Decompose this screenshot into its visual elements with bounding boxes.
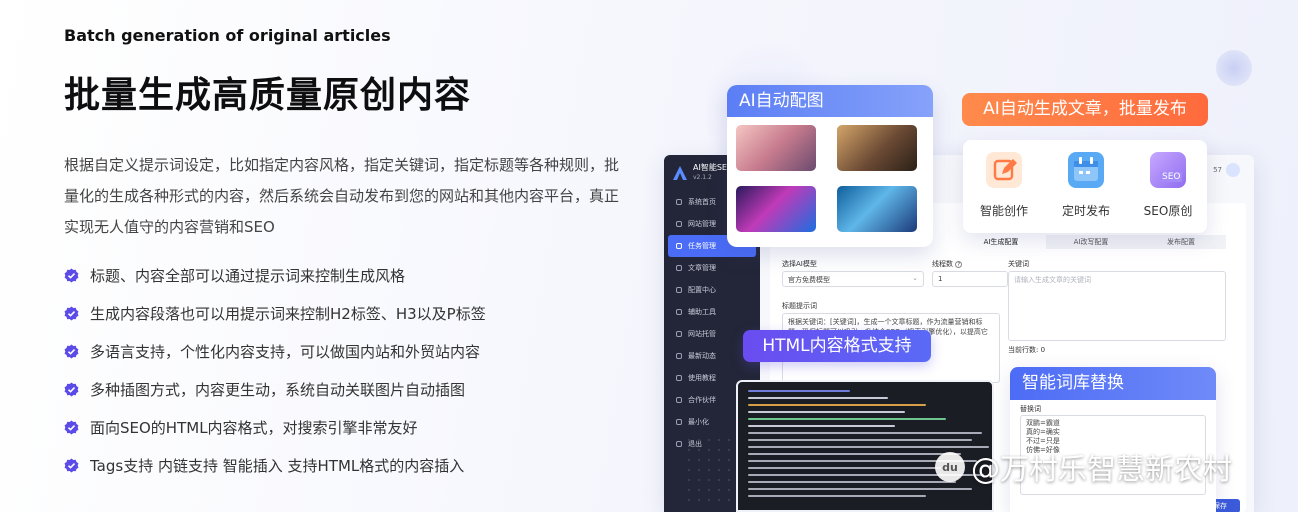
ai-image-card: AI自动配图: [727, 85, 933, 247]
tab-publish[interactable]: 发布配置: [1136, 235, 1226, 249]
tool-icon: [676, 309, 682, 315]
line-count: 当前行数: 0: [1008, 346, 1046, 354]
help-icon: ?: [955, 261, 963, 268]
check-badge-icon: [64, 381, 79, 397]
hosting-icon: [676, 331, 682, 337]
feature-list: 标题、内容全部可以通过提示词来控制生成风格 生成内容段落也可以用提示词来控制H2…: [64, 256, 486, 484]
feature-label: SEO原创: [1143, 204, 1193, 218]
feature-text: Tags支持 内链支持 智能插入 支持HTML格式的内容插入: [90, 456, 465, 475]
feature-text: 多语言支持，个性化内容支持，可以做国内站和外贸站内容: [90, 342, 481, 361]
news-icon: [676, 353, 682, 359]
seo-icon: SEO: [1150, 152, 1186, 188]
nav-item-config[interactable]: 配置中心: [664, 279, 760, 301]
check-badge-icon: [64, 419, 79, 435]
avatar[interactable]: [1226, 163, 1240, 177]
edit-icon: [986, 152, 1022, 188]
lexicon-replace-card: 智能词库替换 替换词 双鹏=霸道 真的=确实 不过=只是 仿佛=好像: [1010, 367, 1216, 512]
feature-text: 面向SEO的HTML内容格式，对搜索引擎非常友好: [90, 418, 418, 437]
baidu-logo-icon: du: [935, 452, 965, 482]
feature-text: 多种插图方式，内容更生动，系统自动关联图片自动插图: [90, 380, 466, 399]
generated-image-thumbnail: [736, 125, 816, 171]
section-subtitle: Batch generation of original articles: [64, 26, 391, 45]
model-label: 选择AI模型: [782, 260, 817, 268]
feature-item: 多种插图方式，内容更生动，系统自动关联图片自动插图: [64, 370, 486, 408]
html-format-badge: HTML内容格式支持: [743, 330, 931, 362]
keywords-textarea[interactable]: 请输入生成文章的关键词: [1008, 271, 1226, 341]
feature-smart-create: 智能创作: [969, 152, 1039, 219]
generated-image-thumbnail: [736, 186, 816, 232]
watermark-text: @万村乐智慧新农村: [971, 452, 1233, 486]
topbar-user[interactable]: 57: [1213, 163, 1240, 177]
feature-item: 多语言支持，个性化内容支持，可以做国内站和外贸站内容: [64, 332, 486, 370]
app-logo-text: AI智能SE: [693, 163, 727, 172]
feature-label: 智能创作: [979, 204, 1028, 218]
calendar-icon: [1068, 152, 1104, 188]
feature-scheduled-publish: 定时发布: [1051, 152, 1121, 219]
config-icon: [676, 287, 682, 293]
generated-image-thumbnail: [837, 186, 917, 232]
home-icon: [676, 199, 682, 205]
task-icon: [676, 243, 682, 249]
feature-seo-original: SEO SEO原创: [1133, 152, 1203, 219]
section-description: 根据自定义提示词设定，比如指定内容风格，指定关键词，指定标题等各种规则，批量化的…: [64, 156, 620, 236]
app-logo: AI智能SE v2.1.2: [672, 163, 727, 183]
check-badge-icon: [64, 267, 79, 283]
lexicon-entry: 双鹏=霸道: [1026, 419, 1060, 427]
feature-label: 定时发布: [1061, 204, 1110, 218]
lexicon-card-title: 智能词库替换: [1010, 367, 1216, 400]
feature-text: 生成内容段落也可以用提示词来控制H2标签、H3以及P标签: [90, 304, 486, 323]
decor-blob-small: [1216, 50, 1252, 86]
title-prompt-label: 标题提示词: [782, 302, 817, 310]
lexicon-entry: 真的=确实: [1026, 428, 1060, 436]
threads-label: 线程数 ?: [932, 259, 963, 269]
chevron-down-icon: ⌄: [912, 274, 918, 282]
ai-article-badge: AI自动生成文章，批量发布: [962, 93, 1208, 126]
lexicon-label: 替换词: [1020, 405, 1041, 413]
nav-item-articles[interactable]: 文章管理: [664, 257, 760, 279]
check-badge-icon: [64, 343, 79, 359]
tab-ai-rewrite[interactable]: AI改写配置: [1046, 235, 1136, 249]
user-id-suffix: 57: [1213, 166, 1222, 174]
check-badge-icon: [64, 305, 79, 321]
tab-ai-generate[interactable]: AI生成配置: [956, 235, 1046, 249]
tutorial-icon: [676, 375, 682, 381]
feature-item: Tags支持 内链支持 智能插入 支持HTML格式的内容插入: [64, 446, 486, 484]
feature-item: 生成内容段落也可以用提示词来控制H2标签、H3以及P标签: [64, 294, 486, 332]
watermark: du @万村乐智慧新农村: [935, 446, 1232, 488]
article-icon: [676, 265, 682, 271]
feature-item: 面向SEO的HTML内容格式，对搜索引擎非常友好: [64, 408, 486, 446]
partner-icon: [676, 397, 682, 403]
config-tabs: AI生成配置 AI改写配置 发布配置: [956, 235, 1226, 249]
site-icon: [676, 221, 682, 227]
nav-item-tools[interactable]: 辅助工具: [664, 301, 760, 323]
section-headline: 批量生成高质量原创内容: [64, 75, 472, 116]
ai-image-card-title: AI自动配图: [727, 85, 933, 117]
keywords-label: 关键词: [1008, 260, 1029, 268]
threads-input[interactable]: 1: [932, 271, 1008, 287]
minimize-icon: [676, 419, 682, 425]
model-select[interactable]: 官方免费模型 ⌄: [782, 271, 924, 287]
feature-text: 标题、内容全部可以通过提示词来控制生成风格: [90, 266, 406, 285]
check-badge-icon: [64, 457, 79, 473]
generated-image-thumbnail: [837, 125, 917, 171]
app-logo-icon: [673, 166, 687, 180]
feature-item: 标题、内容全部可以通过提示词来控制生成风格: [64, 256, 486, 294]
lexicon-entry: 不过=只是: [1026, 437, 1060, 445]
logout-icon: [676, 441, 682, 447]
app-version: v2.1.2: [693, 174, 712, 181]
feature-icons-card: 智能创作 定时发布 SEO SEO原创: [963, 140, 1207, 233]
